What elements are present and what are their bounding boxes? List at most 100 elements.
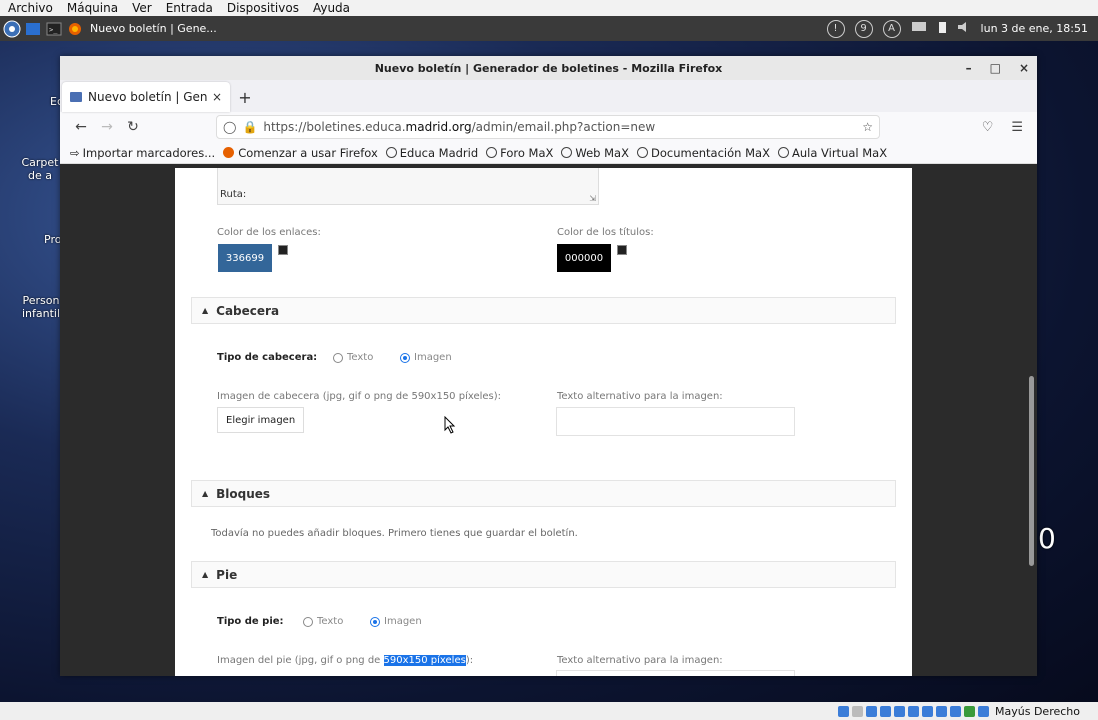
section-cabecera[interactable]: ▲ Cabecera (191, 297, 896, 324)
bookmark-star-icon[interactable]: ☆ (862, 120, 873, 134)
bookmark-foro-max[interactable]: Foro MaX (486, 146, 553, 160)
menu-maquina[interactable]: Máquina (59, 1, 124, 15)
collapse-triangle-icon: ▲ (202, 306, 209, 315)
desktop-label-4[interactable]: Person infantil (20, 294, 62, 320)
close-window-button[interactable]: × (1019, 61, 1029, 75)
show-desktop-icon[interactable] (24, 20, 42, 38)
link-color-label: Color de los enlaces: (217, 227, 321, 238)
audio-icon[interactable] (866, 705, 878, 717)
cabecera-alt-label: Texto alternativo para la imagen: (557, 391, 723, 402)
firefox-small-icon (223, 147, 235, 158)
mouse-cursor-icon (444, 416, 456, 434)
cpu-icon[interactable] (950, 705, 962, 717)
hamburger-menu-icon[interactable]: ☰ (1011, 120, 1023, 135)
cabecera-option-texto[interactable]: Texto (333, 352, 373, 363)
collapse-triangle-icon: ▲ (202, 570, 209, 579)
tab-title: Nuevo boletín | Generado (88, 90, 208, 104)
lock-icon[interactable]: 🔒 (242, 120, 257, 134)
globe-icon (486, 147, 498, 158)
bookmark-educa-madrid[interactable]: Educa Madrid (385, 146, 478, 160)
guest-panel: >_ Nuevo boletín | Gene... ! 9 A lun 3 d… (0, 16, 1098, 41)
ruta-label: Ruta: (220, 189, 247, 200)
pie-image-label: Imagen del pie (jpg, gif o png de 590x15… (217, 655, 474, 666)
monitor-icon[interactable] (911, 21, 927, 36)
keyboard-icon[interactable] (978, 705, 990, 717)
taskbar-firefox-title[interactable]: Nuevo boletín | Gene... (90, 22, 217, 35)
bookmark-aula-virtual-max[interactable]: Aula Virtual MaX (777, 146, 887, 160)
desktop-clock-digit: 0 (1038, 522, 1056, 555)
bookmarks-toolbar: ⇨ Importar marcadores... Comenzar a usar … (60, 142, 1037, 164)
pie-alt-label: Texto alternativo para la imagen: (557, 655, 723, 666)
menu-dispositivos[interactable]: Dispositivos (219, 1, 305, 15)
pie-option-texto[interactable]: Texto (303, 616, 343, 627)
desktop-label-3[interactable]: Pro (44, 233, 61, 246)
bookmark-comenzar[interactable]: Comenzar a usar Firefox (223, 146, 378, 160)
tab-nuevo-boletin[interactable]: Nuevo boletín | Generado × (62, 82, 230, 112)
recording-icon[interactable] (936, 705, 948, 717)
back-icon[interactable]: ← (68, 115, 94, 139)
firefox-window: Nuevo boletín | Generador de boletines -… (60, 56, 1037, 676)
section-bloques[interactable]: ▲ Bloques (191, 480, 896, 507)
reload-icon[interactable]: ↻ (120, 115, 146, 139)
page-viewport: Ruta: ⇲ Color de los enlaces: 336699 Col… (60, 168, 1037, 676)
title-color-swatch[interactable]: 000000 (557, 244, 611, 272)
bookmark-importar[interactable]: ⇨ Importar marcadores... (70, 146, 215, 160)
menu-ayuda[interactable]: Ayuda (305, 1, 356, 15)
update-icon[interactable]: 9 (854, 19, 873, 38)
import-icon: ⇨ (70, 145, 80, 160)
network-icon[interactable] (880, 705, 892, 717)
radio-imagen[interactable] (400, 352, 410, 363)
cd-icon[interactable] (852, 705, 864, 717)
bookmark-documentacion-max[interactable]: Documentación MaX (636, 146, 770, 160)
link-color-picker-icon[interactable] (278, 245, 288, 255)
mouse-integration-icon[interactable] (964, 705, 976, 717)
resize-handle-icon[interactable]: ⇲ (589, 194, 596, 203)
window-titlebar[interactable]: Nuevo boletín | Generador de boletines -… (60, 56, 1037, 80)
display-icon[interactable] (922, 705, 934, 717)
ruta-textarea[interactable]: Ruta: ⇲ (217, 168, 599, 205)
accessibility-icon[interactable]: A (882, 19, 901, 38)
maximize-button[interactable]: □ (990, 61, 1001, 75)
globe-icon (777, 147, 789, 158)
pie-option-imagen[interactable]: Imagen (370, 616, 422, 627)
tab-close-icon[interactable]: × (212, 90, 222, 104)
radio-imagen[interactable] (370, 616, 380, 627)
battery-icon[interactable] (937, 20, 947, 37)
panel-tray: ! 9 A lun 3 de ene, 18:51 (826, 16, 1088, 41)
forward-icon[interactable]: → (94, 115, 120, 139)
cabecera-image-label: Imagen de cabecera (jpg, gif o png de 59… (217, 391, 502, 402)
panel-clock[interactable]: lun 3 de ene, 18:51 (981, 22, 1088, 35)
alert-icon[interactable]: ! (826, 19, 845, 38)
shared-folder-icon[interactable] (908, 705, 920, 717)
bookmark-web-max[interactable]: Web MaX (561, 146, 629, 160)
minimize-button[interactable]: – (966, 61, 972, 75)
host-statusbar: Mayús Derecho (0, 702, 1098, 720)
page-scrollbar[interactable] (1029, 376, 1034, 566)
volume-icon[interactable] (957, 21, 971, 36)
tab-favicon-icon (70, 92, 82, 102)
pocket-icon[interactable]: ♡ (982, 120, 994, 135)
terminal-icon[interactable]: >_ (45, 20, 63, 38)
shield-icon[interactable]: ◯ (223, 120, 236, 134)
usb-icon[interactable] (894, 705, 906, 717)
desktop-label-2[interactable]: Carpet de a (20, 156, 60, 182)
section-pie[interactable]: ▲ Pie (191, 561, 896, 588)
firefox-icon[interactable] (66, 20, 84, 38)
url-bar[interactable]: ◯ 🔒 https://boletines.educa.madrid.org/a… (216, 115, 880, 139)
bloques-message: Todavía no puedes añadir bloques. Primer… (211, 528, 578, 539)
menu-archivo[interactable]: Archivo (0, 1, 59, 15)
hdd-icon[interactable] (838, 705, 850, 717)
host-menubar: Archivo Máquina Ver Entrada Dispositivos… (0, 0, 1098, 16)
cabecera-option-imagen[interactable]: Imagen (400, 352, 452, 363)
radio-texto[interactable] (333, 352, 343, 363)
menu-ver[interactable]: Ver (124, 1, 158, 15)
pie-alt-input[interactable] (556, 670, 795, 676)
link-color-swatch[interactable]: 336699 (218, 244, 272, 272)
radio-texto[interactable] (303, 616, 313, 627)
choose-image-button[interactable]: Elegir imagen (217, 407, 305, 433)
title-color-picker-icon[interactable] (617, 245, 627, 255)
start-menu-icon[interactable] (3, 20, 21, 38)
cabecera-alt-input[interactable] (556, 407, 795, 436)
new-tab-button[interactable]: + (230, 82, 260, 112)
menu-entrada[interactable]: Entrada (158, 1, 219, 15)
